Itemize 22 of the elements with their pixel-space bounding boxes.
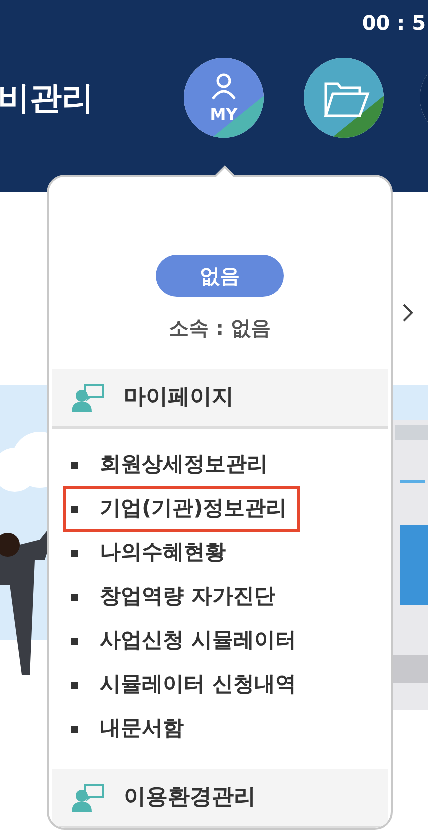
bullet-icon [71,638,78,644]
session-timer: 00 : 5 [362,10,426,37]
menu-link[interactable]: 시뮬레이터 신청내역 [100,667,296,703]
section-title: 이용환경관리 [124,784,256,812]
menu-link[interactable]: 기업(기관)정보관리 [66,489,298,529]
bullet-icon [71,726,78,732]
bullet-icon [71,506,78,512]
users-chat-icon [72,784,104,812]
bullet-icon [71,594,78,600]
status-badge: 없음 [156,255,284,297]
menu-link[interactable]: 나의수혜현황 [100,535,226,571]
bullet-icon [71,682,78,688]
menu-link[interactable]: 창업역량 자가진단 [100,579,276,615]
users-chat-icon [72,384,104,412]
section-title: 마이페이지 [124,384,234,412]
bullet-icon [71,462,78,468]
menu-link[interactable]: 사업신청 시뮬레이터 [100,623,296,659]
menu-link[interactable]: 회원상세정보관리 [100,447,268,483]
page-title: 비관리 [0,78,94,119]
bullet-icon [71,550,78,556]
menu-link[interactable]: 내문서함 [100,711,184,747]
affiliation-text: 소속 : 없음 [168,315,272,342]
